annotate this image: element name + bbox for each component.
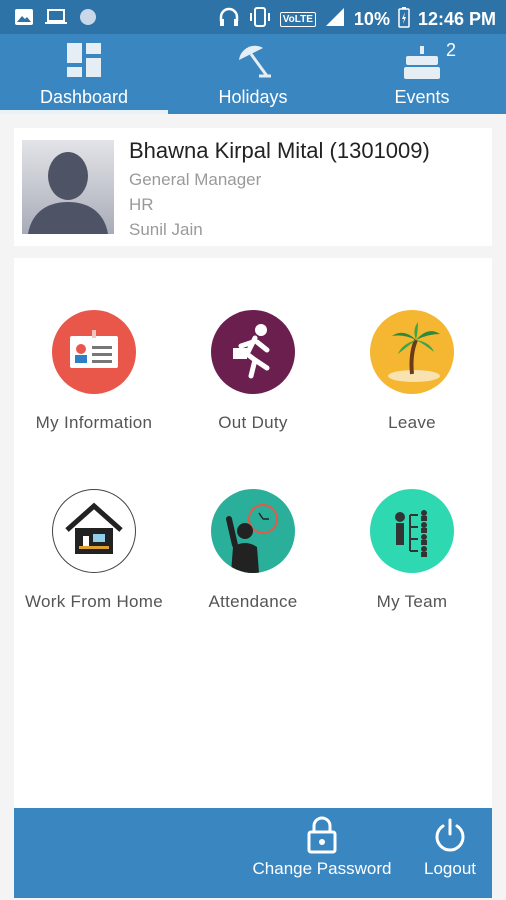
cake-icon [402, 42, 442, 87]
employee-name: Bhawna Kirpal Mital (1301009) [129, 138, 430, 163]
clock: 12:46 PM [417, 9, 496, 29]
image-icon [14, 8, 34, 31]
laptop-icon [44, 8, 68, 31]
tile-my-information[interactable]: My Information [14, 310, 174, 450]
reporting-manager: Sunil Jain [129, 220, 203, 239]
tile-label: Attendance [208, 592, 298, 611]
employee-designation: General Manager [129, 170, 262, 189]
headphones-icon [218, 7, 240, 32]
dashboard-grid: My Information Out Duty Leave Work From … [14, 258, 492, 808]
battery-charging-icon [398, 6, 410, 33]
tile-label: My Information [35, 413, 153, 432]
battery-percent: 10% [353, 9, 390, 29]
change-password-button[interactable]: Change Password [242, 808, 402, 898]
footer-bar: Change Password Logout [14, 808, 492, 898]
power-icon [433, 816, 467, 859]
change-password-label: Change Password [252, 859, 392, 878]
id-card-icon [52, 310, 136, 394]
tab-events[interactable]: 2 Events [338, 34, 506, 114]
team-hierarchy-icon [370, 489, 454, 573]
lock-icon [305, 816, 339, 859]
tile-attendance[interactable]: Attendance [173, 489, 333, 629]
status-bar: VoLTE 10% 12:46 PM [0, 0, 506, 34]
raised-hand-icon [211, 489, 295, 573]
dashboard-icon [66, 42, 102, 83]
palm-tree-icon [370, 310, 454, 394]
tab-bar: Dashboard Holidays 2 Events [0, 34, 506, 114]
tile-label: Work From Home [24, 592, 163, 611]
signal-icon [324, 7, 346, 32]
employee-department: HR [129, 195, 154, 214]
tab-label: Events [394, 87, 450, 107]
events-badge: 2 [446, 40, 457, 60]
running-man-icon [211, 310, 295, 394]
tile-label: Leave [388, 413, 436, 432]
house-icon [52, 489, 136, 573]
beach-umbrella-icon [233, 42, 273, 87]
tile-leave[interactable]: Leave [332, 310, 492, 450]
tab-dashboard[interactable]: Dashboard [0, 34, 168, 114]
tile-label: My Team [376, 592, 448, 611]
tab-label: Dashboard [39, 87, 129, 107]
tab-label: Holidays [218, 87, 288, 107]
tile-out-duty[interactable]: Out Duty [173, 310, 333, 450]
tile-work-from-home[interactable]: Work From Home [14, 489, 174, 629]
volte-indicator: VoLTE [279, 12, 316, 27]
avatar [22, 140, 114, 234]
tab-holidays[interactable]: Holidays [169, 34, 337, 114]
profile-card: Bhawna Kirpal Mital (1301009) General Ma… [14, 128, 492, 246]
circle-icon [78, 7, 98, 32]
tile-my-team[interactable]: My Team [332, 489, 492, 629]
logout-label: Logout [424, 859, 476, 878]
tile-label: Out Duty [218, 413, 288, 432]
vibrate-icon [248, 7, 272, 32]
logout-button[interactable]: Logout [412, 808, 488, 898]
